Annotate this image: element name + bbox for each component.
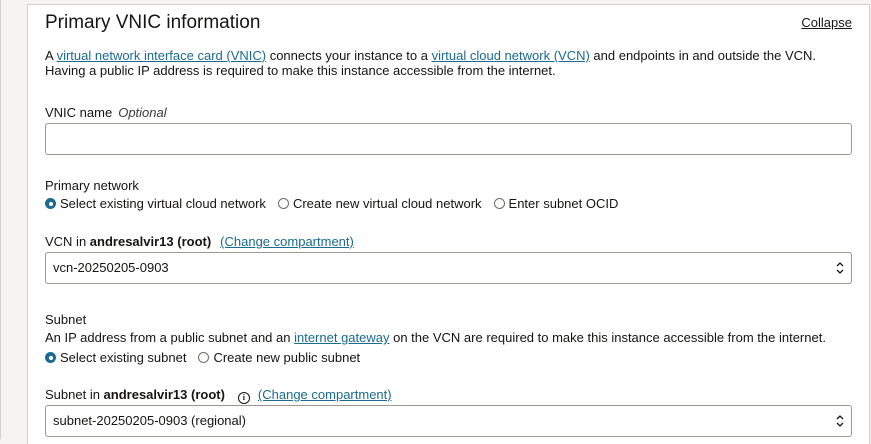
info-icon[interactable]: i bbox=[237, 392, 250, 404]
subnet-select[interactable]: subnet-20250205-0903 (regional) bbox=[45, 405, 852, 437]
subnet-label-prefix: Subnet in bbox=[45, 387, 104, 402]
subnet-help-text: An IP address from a public subnet and a… bbox=[45, 330, 826, 345]
radio-create-new-public-subnet-label: Create new public subnet bbox=[213, 350, 361, 365]
internet-gateway-link[interactable]: internet gateway bbox=[294, 330, 389, 345]
radio-create-new-vcn[interactable]: Create new virtual cloud network bbox=[277, 196, 482, 211]
vcn-change-compartment-link[interactable]: (Change compartment) bbox=[220, 234, 354, 249]
radio-create-new-public-subnet[interactable]: Create new public subnet bbox=[198, 350, 360, 365]
vnic-name-input[interactable] bbox=[45, 123, 852, 155]
select-chevron-icon bbox=[836, 262, 844, 274]
subnet-help-text-1: An IP address from a public subnet and a… bbox=[45, 330, 295, 345]
radio-select-existing-subnet[interactable]: Select existing subnet bbox=[45, 350, 186, 365]
radio-selected-icon bbox=[45, 352, 56, 363]
subnet-help-text-2: on the VCN are required to make this ins… bbox=[389, 330, 826, 345]
vcn-select[interactable]: vcn-20250205-0903 bbox=[45, 252, 852, 284]
primary-network-radio-group: Select existing virtual cloud network Cr… bbox=[45, 196, 630, 211]
collapse-link[interactable]: Collapse bbox=[801, 15, 852, 30]
subnet-label: Subnet bbox=[45, 312, 87, 327]
vcn-selected-value: vcn-20250205-0903 bbox=[53, 260, 169, 275]
description-text-2: connects your instance to a bbox=[266, 48, 432, 63]
radio-unselected-icon bbox=[277, 198, 289, 209]
subnet-selected-value: subnet-20250205-0903 (regional) bbox=[53, 413, 246, 428]
radio-select-existing-subnet-label: Select existing subnet bbox=[60, 350, 187, 365]
subnet-compartment-name: andresalvir13 (root) bbox=[103, 387, 225, 402]
vnic-name-label-text: VNIC name bbox=[45, 105, 113, 120]
primary-network-label: Primary network bbox=[45, 178, 139, 193]
vcn-compartment-name: andresalvir13 (root) bbox=[89, 234, 212, 249]
vcn-compartment-label: VCN in andresalvir13 (root) (Change compa… bbox=[45, 234, 354, 249]
subnet-compartment-label: Subnet in andresalvir13 (root) i (Change c… bbox=[45, 387, 392, 404]
optional-label: Optional bbox=[118, 105, 167, 120]
section-title: Primary VNIC information bbox=[45, 12, 261, 33]
radio-select-existing-vcn-label: Select existing virtual cloud network bbox=[60, 196, 266, 211]
radio-enter-subnet-ocid-label: Enter subnet OCID bbox=[508, 196, 619, 211]
radio-create-new-vcn-label: Create new virtual cloud network bbox=[292, 196, 482, 211]
radio-select-existing-vcn[interactable]: Select existing virtual cloud network bbox=[45, 196, 266, 211]
description-text-1: A bbox=[45, 48, 57, 63]
radio-selected-icon bbox=[45, 198, 56, 209]
vnic-link[interactable]: virtual network interface card (VNIC) bbox=[57, 48, 267, 63]
vnic-name-label: VNIC name Optional bbox=[45, 105, 167, 120]
radio-enter-subnet-ocid[interactable]: Enter subnet OCID bbox=[493, 196, 619, 211]
left-gutter-line bbox=[0, 0, 1, 439]
vcn-label-prefix: VCN in bbox=[45, 234, 90, 249]
primary-vnic-panel: Primary VNIC information Collapse A virt… bbox=[27, 4, 870, 444]
subnet-radio-group: Select existing subnet Create new public… bbox=[45, 350, 372, 365]
radio-unselected-icon bbox=[493, 198, 505, 209]
vcn-link[interactable]: virtual cloud network (VCN) bbox=[432, 48, 590, 63]
subnet-change-compartment-link[interactable]: (Change compartment) bbox=[258, 387, 392, 402]
radio-unselected-icon bbox=[198, 352, 210, 363]
select-chevron-icon bbox=[836, 415, 844, 427]
section-description: A virtual network interface card (VNIC) … bbox=[45, 48, 851, 78]
